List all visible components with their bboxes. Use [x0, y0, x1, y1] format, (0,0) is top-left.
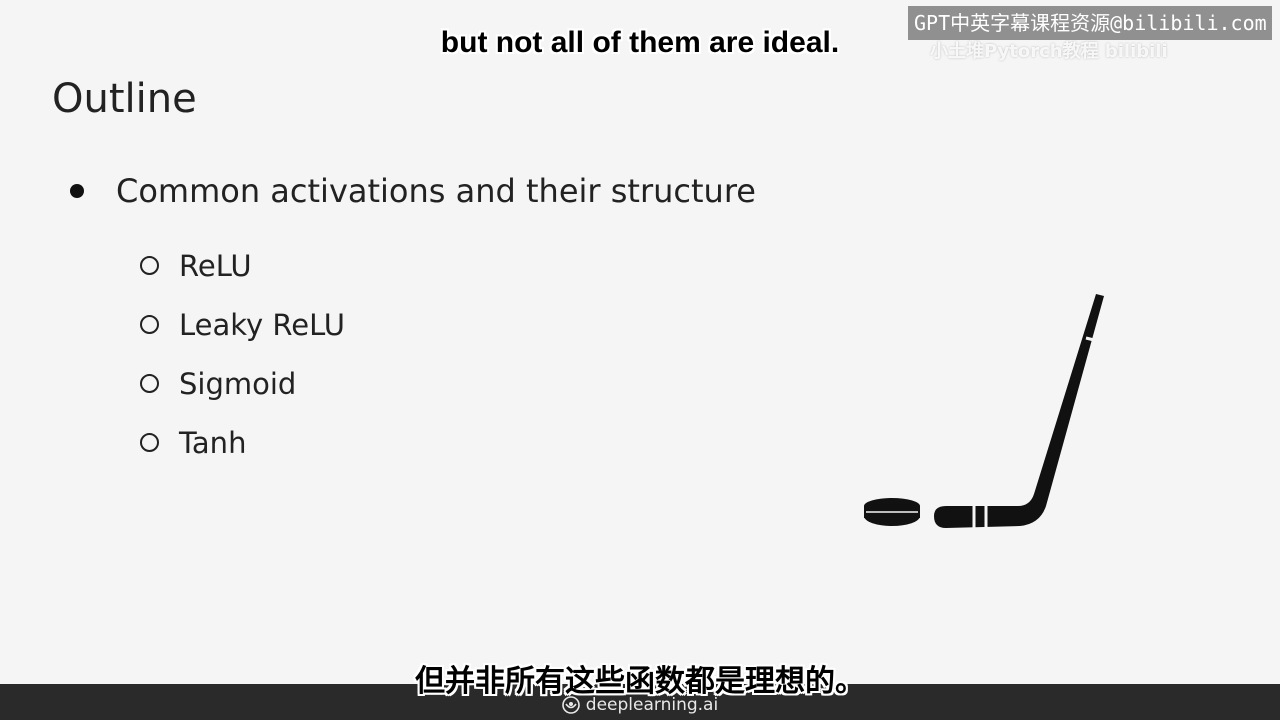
hockey-stick-and-puck-icon: [864, 294, 1104, 528]
slide-title: Outline: [52, 76, 197, 122]
main-bullet: Common activations and their structure: [70, 172, 756, 210]
sub-bullet-text: Sigmoid: [179, 366, 297, 401]
sub-bullet-list: ReLU Leaky ReLU Sigmoid Tanh: [140, 236, 345, 472]
hollow-circle-icon: [140, 256, 159, 275]
sub-bullet-text: ReLU: [179, 248, 252, 283]
sub-bullet-text: Tanh: [179, 425, 247, 460]
sub-bullet-item: ReLU: [140, 236, 345, 295]
hollow-circle-icon: [140, 315, 159, 334]
sub-bullet-text: Leaky ReLU: [179, 307, 346, 342]
sub-bullet-item: Sigmoid: [140, 354, 345, 413]
sub-bullet-item: Leaky ReLU: [140, 295, 345, 354]
hollow-circle-icon: [140, 433, 159, 452]
english-subtitle: but not all of them are ideal.: [440, 26, 840, 59]
hollow-circle-icon: [140, 374, 159, 393]
sub-bullet-item: Tanh: [140, 413, 345, 472]
bullet-dot-icon: [70, 184, 84, 198]
slide: Outline Common activations and their str…: [0, 0, 1280, 684]
chinese-subtitle: 但并非所有这些函数都是理想的。: [415, 664, 865, 699]
main-bullet-text: Common activations and their structure: [116, 172, 756, 210]
